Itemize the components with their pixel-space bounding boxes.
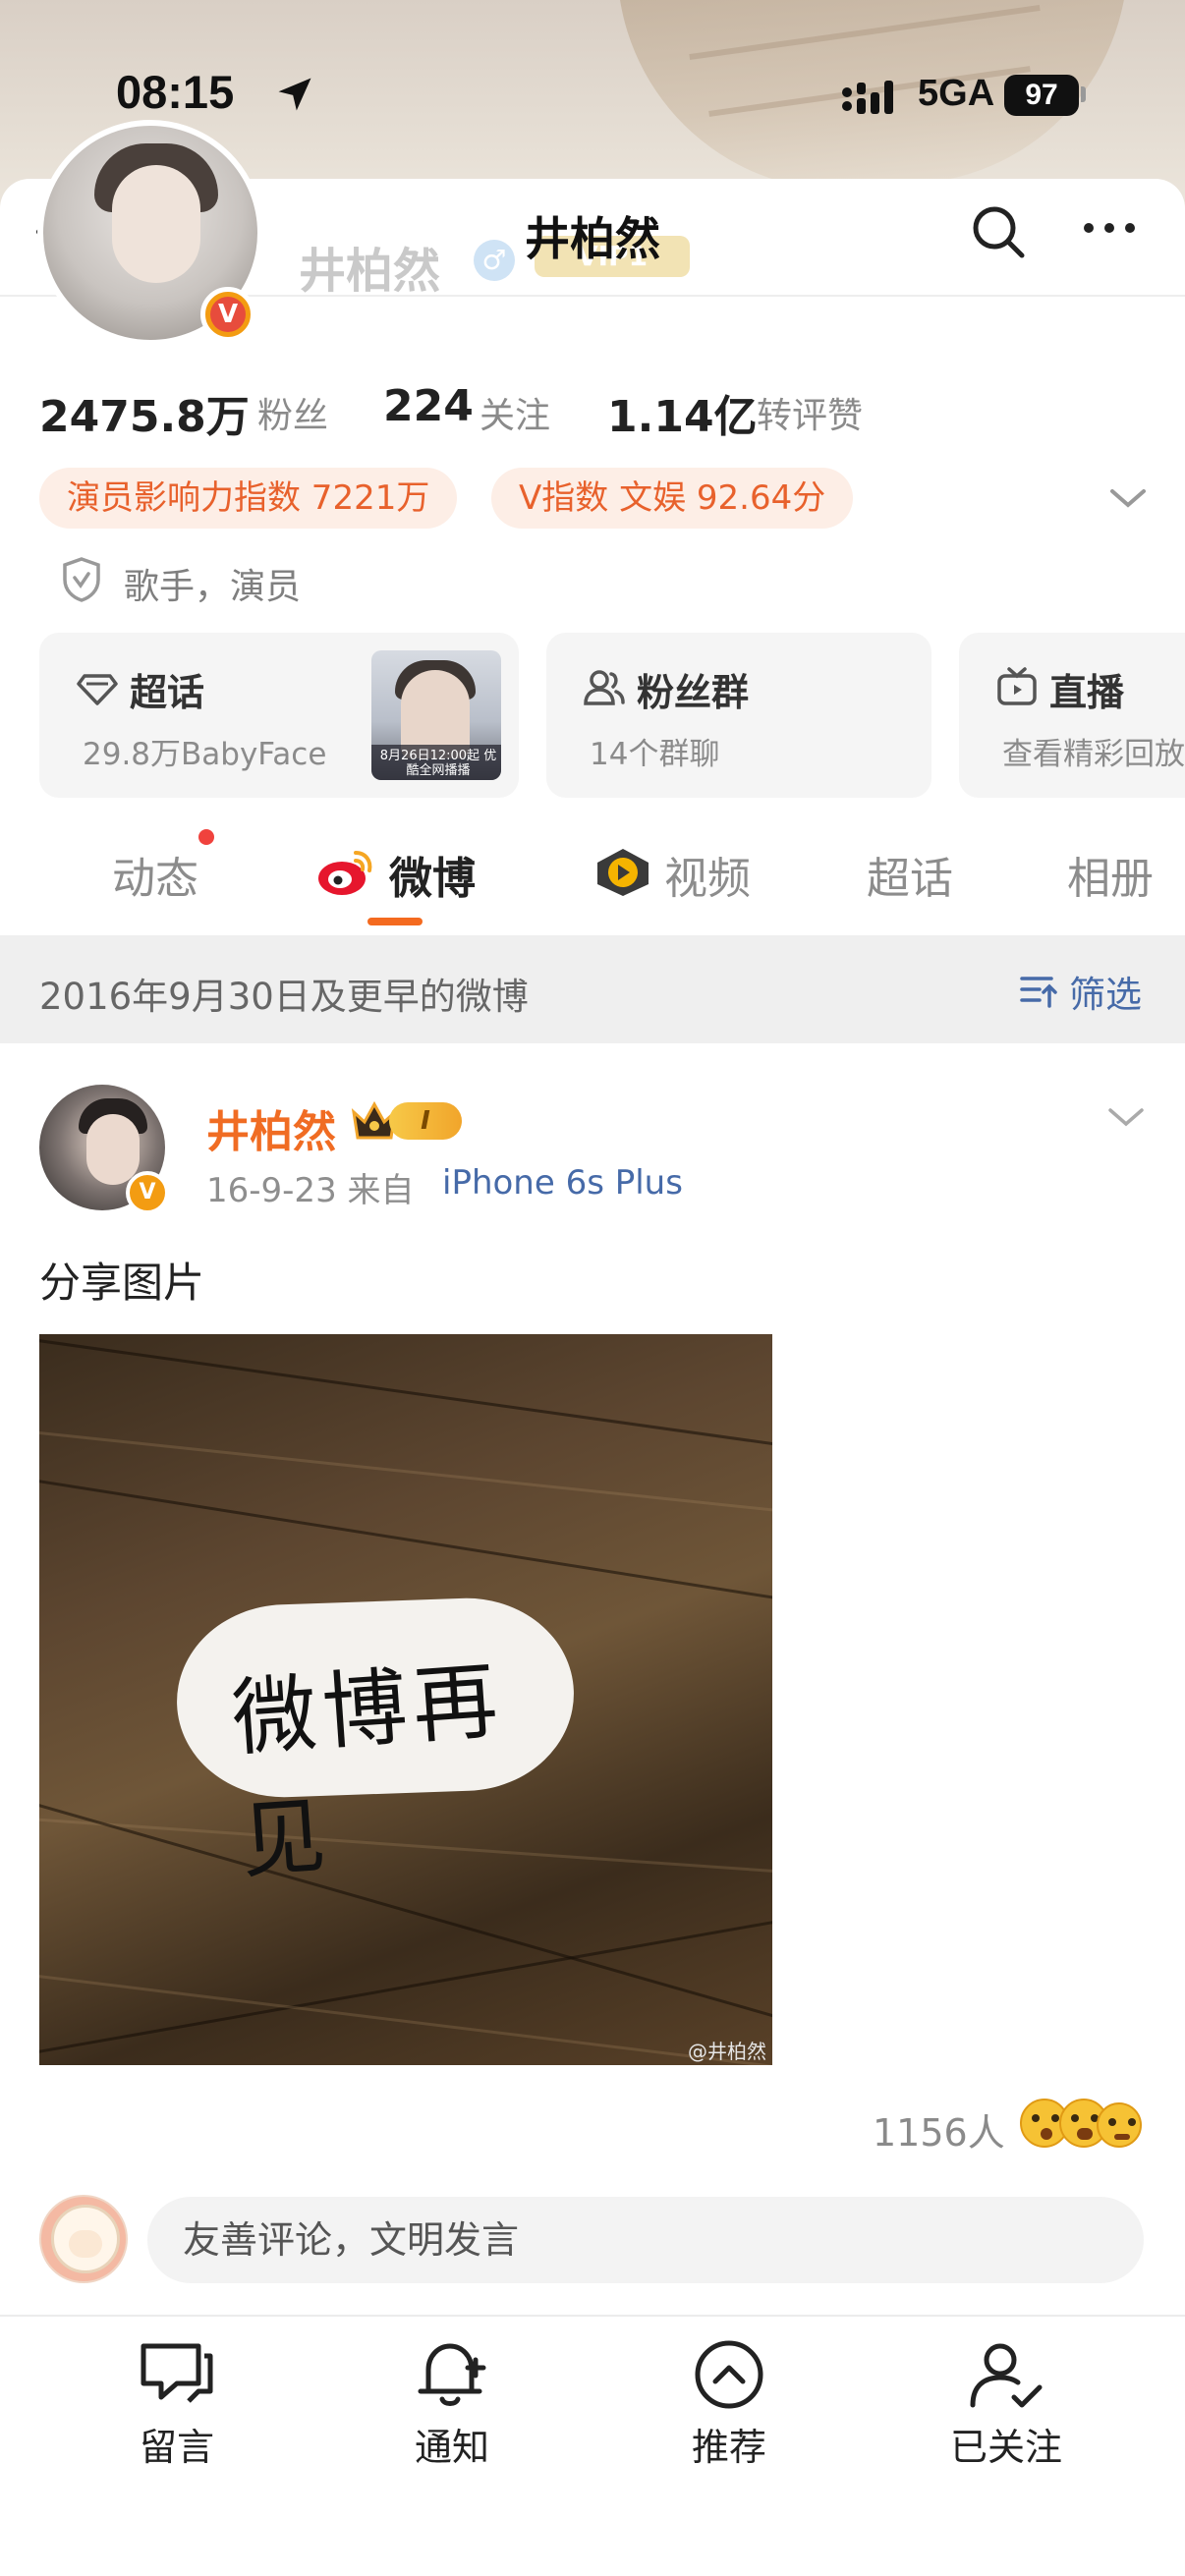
fan-group-title: 粉丝群	[637, 671, 750, 714]
vip-level-badge: I	[389, 1102, 462, 1140]
battery-tip	[1081, 86, 1086, 102]
followers-count[interactable]: 2475.8万	[39, 381, 250, 444]
image-watermark: @井柏然	[688, 2040, 766, 2063]
search-icon[interactable]	[971, 204, 1026, 259]
followers-label: 粉丝	[257, 396, 329, 436]
tv-icon	[997, 667, 1037, 705]
post-date-value: 16-9-23	[206, 1171, 337, 1210]
video-play-icon	[597, 849, 649, 896]
supertopic-sub: 29.8万BabyFace	[83, 737, 327, 772]
tab-supertopic[interactable]: 超话	[867, 843, 953, 906]
shield-icon	[63, 557, 100, 602]
battery-level: 97	[1004, 75, 1079, 116]
signal-icon	[842, 81, 893, 114]
post-menu-chevron-icon[interactable]	[1106, 1104, 1146, 1132]
fan-group-icon	[584, 670, 625, 705]
message-icon[interactable]	[138, 2338, 216, 2411]
tab-activity[interactable]: 动态	[112, 843, 198, 906]
verified-badge-letter: V	[210, 297, 246, 332]
chevron-down-icon[interactable]	[1108, 483, 1148, 513]
tab-weibo[interactable]: 微博	[389, 843, 476, 906]
live-sub: 查看精彩回放	[1002, 737, 1185, 772]
post-verified-badge: V	[126, 1171, 169, 1214]
live-title: 直播	[1049, 671, 1125, 714]
bell-icon[interactable]	[413, 2338, 491, 2411]
post-avatar-face	[86, 1114, 140, 1185]
followed-icon[interactable]	[967, 2338, 1045, 2411]
post-image[interactable]: 微博再见 @井柏然	[39, 1334, 772, 2065]
bottom-label-followed[interactable]: 已关注	[908, 2417, 1104, 2471]
weibo-logo-icon	[318, 851, 372, 895]
status-time: 08:15	[116, 66, 235, 118]
avatar-face	[112, 165, 200, 283]
filter-date-text: 2016年9月30日及更早的微博	[39, 976, 529, 1018]
post-text: 分享图片	[39, 1259, 205, 1307]
supertopic-thumbnail: 8月26日12:00起 优酷全网播播	[371, 650, 501, 780]
network-label: 5GA	[918, 73, 995, 114]
filter-icon[interactable]	[1018, 969, 1059, 1010]
my-avatar-face	[69, 2230, 102, 2258]
reactions-count[interactable]: 1156人	[873, 2102, 1005, 2156]
tab-video[interactable]: 视频	[664, 843, 751, 906]
interactions-label: 转评赞	[757, 396, 864, 436]
location-arrow-icon	[278, 78, 311, 111]
influence-index-pill[interactable]: 演员影响力指数 7221万	[39, 468, 458, 529]
diamond-icon	[77, 674, 118, 705]
post-source[interactable]: iPhone 6s Plus	[442, 1163, 683, 1203]
notification-dot	[198, 829, 214, 845]
interactions-count[interactable]: 1.14亿	[607, 381, 758, 444]
my-avatar	[39, 2195, 128, 2283]
wood-grain	[39, 1474, 772, 1610]
smiling-emoji-icon	[1097, 2102, 1142, 2148]
active-tab-indicator	[367, 918, 423, 925]
more-options-icon[interactable]	[1081, 218, 1138, 238]
fan-group-sub: 14个群聊	[590, 737, 720, 772]
tab-album[interactable]: 相册	[1067, 843, 1154, 906]
post-from-label: 来自	[347, 1171, 415, 1210]
post-author-name[interactable]: 井柏然	[206, 1096, 336, 1159]
v-index-pill[interactable]: V指数 文娱 92.64分	[491, 468, 854, 529]
wood-grain	[39, 1428, 772, 1519]
bottom-label-recommend[interactable]: 推荐	[631, 2417, 827, 2471]
post-date: 16-9-23 来自	[206, 1163, 415, 1211]
thumb-banner-text: 8月26日12:00起 优酷全网播播	[379, 749, 497, 778]
profile-tags: 歌手，演员	[124, 567, 302, 607]
bottom-label-message[interactable]: 留言	[79, 2417, 275, 2471]
supertopic-title: 超话	[130, 671, 205, 714]
verified-badge: V	[200, 287, 255, 342]
filter-button[interactable]: 筛选	[1069, 965, 1142, 1018]
following-label: 关注	[480, 396, 551, 436]
wood-grain	[39, 1334, 772, 1455]
bottom-label-notify[interactable]: 通知	[354, 2417, 550, 2471]
handwritten-text: 微博再见	[229, 1652, 507, 1891]
recommend-icon[interactable]	[690, 2338, 768, 2411]
following-count[interactable]: 224	[383, 381, 474, 431]
comment-input[interactable]: 友善评论，文明发言	[147, 2197, 1144, 2283]
